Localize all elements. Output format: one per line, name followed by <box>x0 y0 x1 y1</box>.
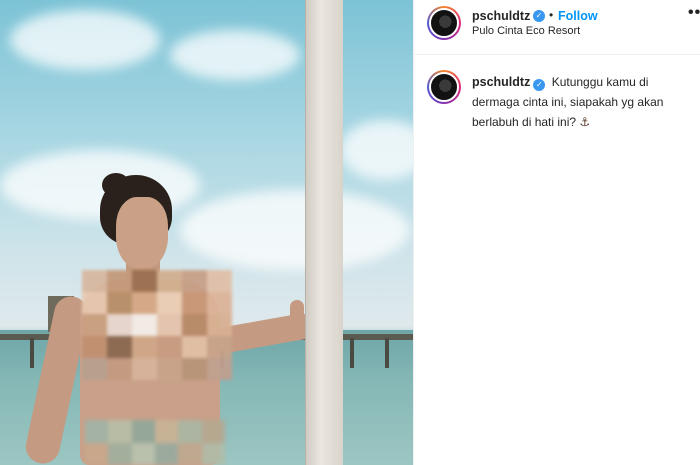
person-hair-bun <box>102 173 130 197</box>
person-face <box>116 197 168 269</box>
person-hand <box>290 300 304 340</box>
instagram-post: pschuldtz ✓ • Follow Pulo Cinta Eco Reso… <box>0 0 700 465</box>
header-username[interactable]: pschuldtz <box>472 9 530 23</box>
follow-separator: • <box>549 8 554 22</box>
post-sidebar: pschuldtz ✓ • Follow Pulo Cinta Eco Reso… <box>413 0 700 465</box>
post-header: pschuldtz ✓ • Follow Pulo Cinta Eco Reso… <box>414 0 700 55</box>
censor-pixelation <box>82 270 232 380</box>
verified-badge-icon: ✓ <box>533 10 545 22</box>
post-photo[interactable] <box>0 0 413 465</box>
more-options-icon[interactable]: ••• <box>688 4 700 22</box>
caption-avatar[interactable] <box>427 70 461 104</box>
pier-post <box>350 338 354 368</box>
pier-post <box>385 338 389 368</box>
location-link[interactable]: Pulo Cinta Eco Resort <box>472 25 580 37</box>
anchor-emoji-icon: ⚓ <box>579 115 591 129</box>
caption-username[interactable]: pschuldtz <box>472 75 530 89</box>
cloud <box>10 10 160 70</box>
pier-post <box>30 338 34 368</box>
avatar-image <box>429 72 459 102</box>
verified-badge-icon: ✓ <box>533 79 546 91</box>
wooden-pole <box>305 0 343 465</box>
censor-pixelation <box>85 420 225 465</box>
caption-text: pschuldtz ✓ Kutunggu kamu di dermaga cint… <box>472 72 692 132</box>
follow-button[interactable]: Follow <box>558 9 598 23</box>
cloud <box>340 120 413 180</box>
avatar-image <box>429 8 459 38</box>
cloud <box>170 30 300 80</box>
profile-avatar[interactable] <box>427 6 461 40</box>
